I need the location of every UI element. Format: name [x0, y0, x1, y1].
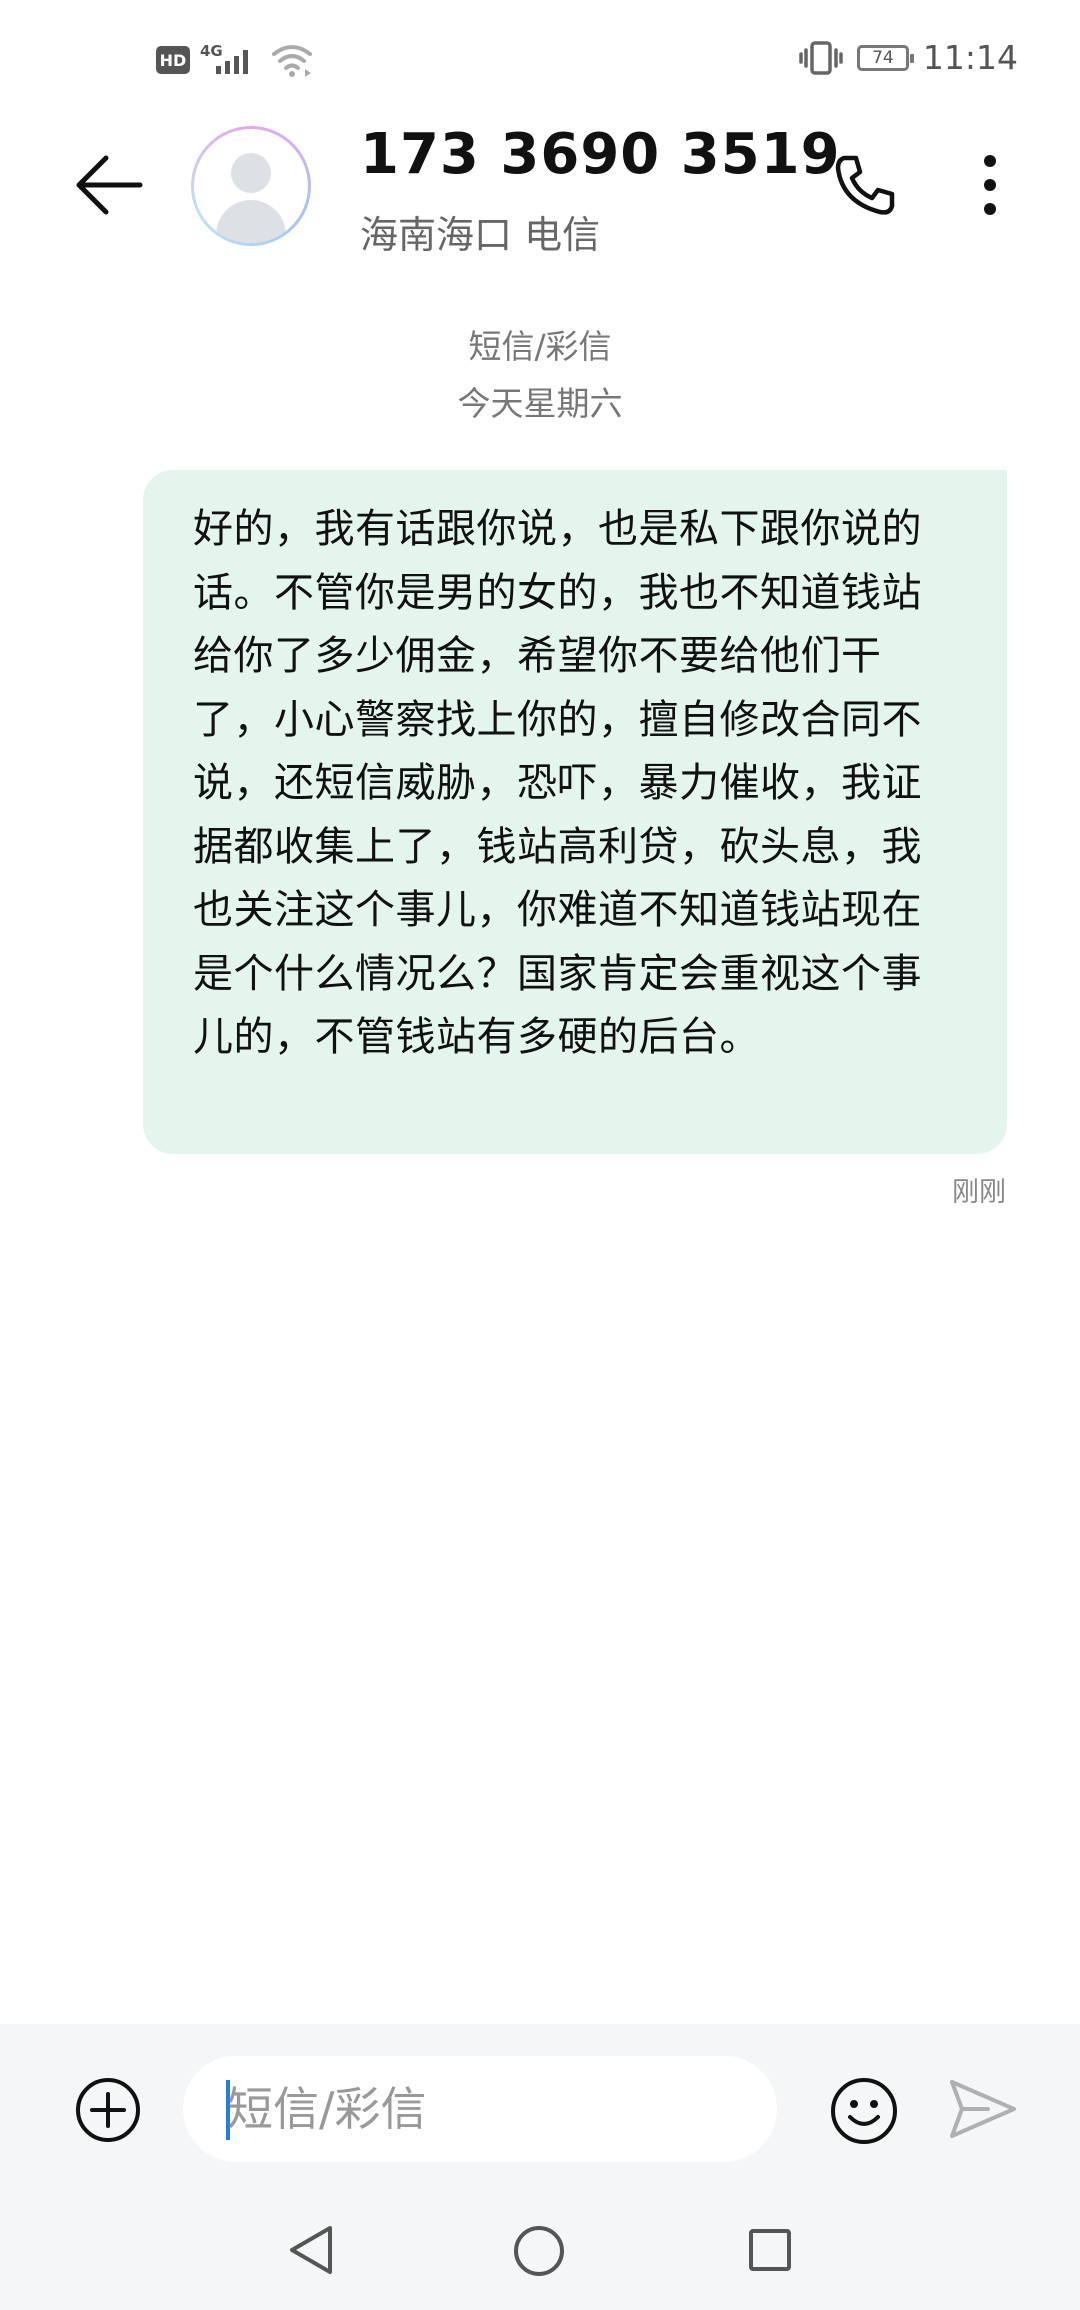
- hd-icon: HD: [156, 46, 190, 74]
- default-avatar-icon: [194, 129, 308, 243]
- back-arrow-icon[interactable]: [70, 145, 150, 225]
- message-timestamp: 刚刚: [952, 1177, 1006, 1208]
- add-attachment-icon[interactable]: [75, 2077, 141, 2143]
- status-left: HD 4G: [156, 42, 314, 78]
- avatar[interactable]: [191, 126, 311, 246]
- sent-message-bubble[interactable]: 好的，我有话跟你说，也是私下跟你说的话。不管你是男的女的，我也不知道钱站给你了多…: [143, 470, 1007, 1154]
- message-input[interactable]: [183, 2056, 777, 2162]
- phone-call-icon[interactable]: [830, 150, 900, 220]
- nav-back-icon[interactable]: [286, 2224, 336, 2276]
- contact-number[interactable]: 173 3690 3519: [360, 122, 841, 187]
- date-separator: 今天星期六: [457, 384, 623, 423]
- conversation-type-label: 短信/彩信: [468, 327, 612, 366]
- nav-home-icon[interactable]: [513, 2225, 565, 2277]
- text-cursor: [226, 2080, 230, 2140]
- cellular-signal-icon: 4G: [200, 42, 260, 78]
- status-bar: HD 4G 74 11:14: [0, 0, 1080, 120]
- nav-recent-apps-icon[interactable]: [748, 2228, 792, 2272]
- battery-icon: 74: [856, 44, 914, 71]
- status-right: 74 11:14: [799, 38, 1018, 77]
- wifi-icon: [272, 45, 312, 77]
- more-options-icon[interactable]: [970, 150, 1010, 220]
- send-icon[interactable]: [948, 2078, 1018, 2140]
- status-time: 11:14: [922, 38, 1018, 77]
- vibrate-icon: [799, 40, 843, 75]
- battery-level: 74: [872, 47, 894, 68]
- message-text: 好的，我有话跟你说，也是私下跟你说的话。不管你是男的女的，我也不知道钱站给你了多…: [193, 506, 922, 1060]
- contact-location: 海南海口 电信: [360, 213, 601, 257]
- emoji-icon[interactable]: [830, 2077, 898, 2145]
